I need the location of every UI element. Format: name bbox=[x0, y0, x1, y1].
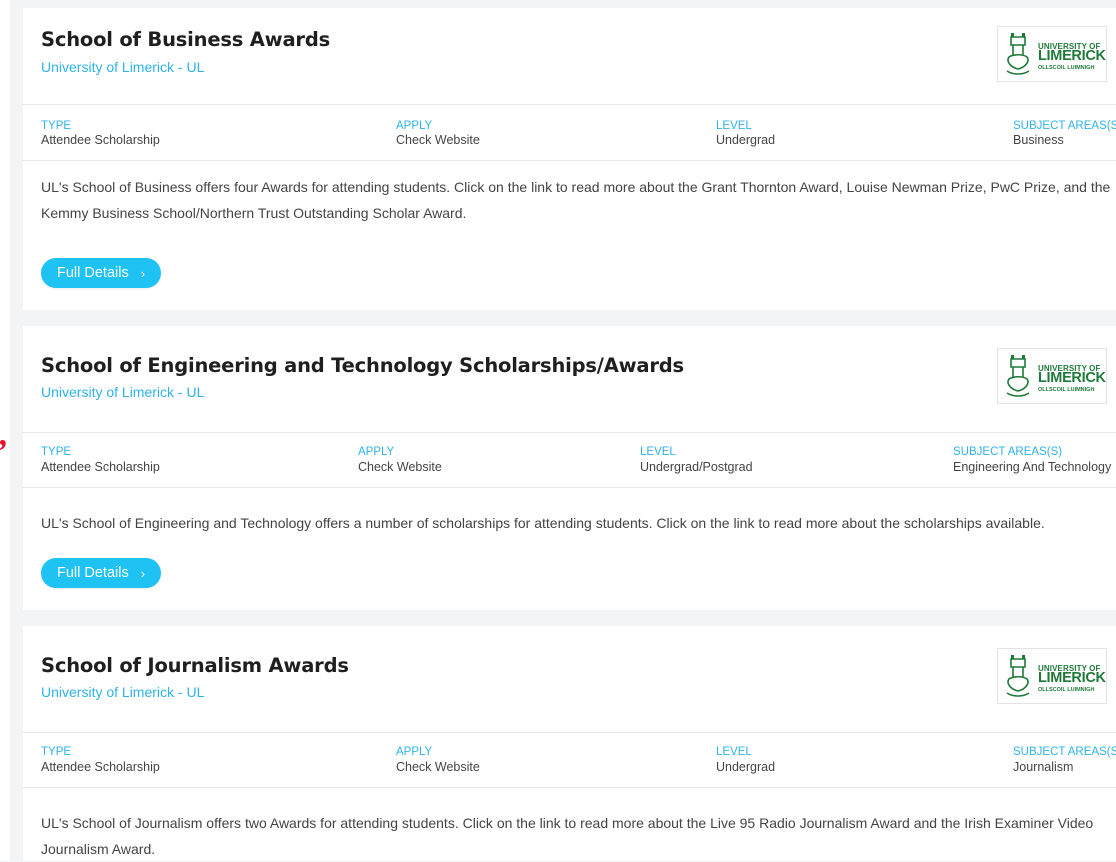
button-label: Full Details bbox=[57, 265, 129, 281]
meta-subject-label: SUBJECT AREAS(S) bbox=[953, 446, 1063, 458]
meta-type-label: TYPE bbox=[41, 120, 72, 132]
meta-level-value: Undergrad bbox=[716, 760, 776, 774]
card-title[interactable]: School of Engineering and Technology Sch… bbox=[41, 354, 684, 377]
meta-subject-label: SUBJECT AREAS(S) bbox=[1013, 120, 1116, 132]
meta-apply-value: Check Website bbox=[396, 133, 480, 147]
meta-type-value: Attendee Scholarship bbox=[41, 460, 160, 474]
meta-type-value: Attendee Scholarship bbox=[41, 133, 160, 147]
scholarship-card-engineering: School of Engineering and Technology Sch… bbox=[23, 326, 1116, 610]
divider bbox=[23, 732, 1116, 733]
divider bbox=[23, 160, 1116, 161]
university-crest-icon bbox=[1006, 33, 1030, 75]
university-logo: UNIVERSITY OF LIMERICK OLLSCOIL LUIMNIGH bbox=[997, 26, 1107, 82]
meta-type-value: Attendee Scholarship bbox=[41, 760, 160, 774]
meta-apply-label: APPLY bbox=[396, 120, 433, 132]
card-title[interactable]: School of Journalism Awards bbox=[41, 654, 349, 677]
meta-apply-value: Check Website bbox=[396, 760, 480, 774]
divider bbox=[23, 787, 1116, 788]
stray-red-mark: , bbox=[0, 416, 9, 453]
meta-type-label: TYPE bbox=[41, 446, 72, 458]
divider bbox=[23, 487, 1116, 488]
meta-apply-label: APPLY bbox=[396, 746, 433, 758]
meta-level-label: LEVEL bbox=[716, 746, 752, 758]
logo-text-line2: LIMERICK bbox=[1038, 48, 1106, 64]
full-details-button[interactable]: Full Details › bbox=[41, 258, 162, 288]
logo-text-line2: LIMERICK bbox=[1038, 370, 1106, 386]
card-description: UL's School of Journalism offers two Awa… bbox=[41, 815, 1094, 857]
meta-apply-value: Check Website bbox=[358, 460, 442, 474]
card-provider-link[interactable]: University of Limerick - UL bbox=[41, 59, 204, 75]
meta-subject-value: Journalism bbox=[1013, 760, 1074, 774]
meta-type-label: TYPE bbox=[41, 746, 72, 758]
logo-text-line3: OLLSCOIL LUIMNIGH bbox=[1038, 65, 1095, 71]
logo-text-line3: OLLSCOIL LUIMNIGH bbox=[1038, 687, 1095, 693]
meta-level-label: LEVEL bbox=[640, 446, 676, 458]
card-provider-link[interactable]: University of Limerick - UL bbox=[41, 684, 204, 700]
logo-text-line3: OLLSCOIL LUIMNIGH bbox=[1038, 387, 1095, 393]
university-logo: UNIVERSITY OF LIMERICK OLLSCOIL LUIMNIGH bbox=[997, 648, 1107, 704]
card-provider-link[interactable]: University of Limerick - UL bbox=[41, 384, 204, 400]
logo-text-line2: LIMERICK bbox=[1038, 670, 1106, 686]
card-description: UL's School of Engineering and Technolog… bbox=[41, 515, 1045, 531]
meta-level-value: Undergrad bbox=[716, 133, 776, 147]
full-details-button[interactable]: Full Details › bbox=[41, 558, 162, 588]
divider bbox=[23, 104, 1116, 105]
meta-level-value: Undergrad/Postgrad bbox=[640, 460, 753, 474]
meta-level-label: LEVEL bbox=[716, 120, 752, 132]
scholarship-card-journalism: School of Journalism Awards University o… bbox=[23, 626, 1116, 861]
chevron-right-icon: › bbox=[140, 265, 146, 281]
card-title[interactable]: School of Business Awards bbox=[41, 28, 330, 51]
university-crest-icon bbox=[1006, 355, 1030, 397]
button-label: Full Details bbox=[57, 565, 129, 581]
chevron-right-icon: › bbox=[140, 565, 146, 581]
meta-subject-value: Engineering And Technology bbox=[953, 460, 1112, 474]
divider bbox=[23, 432, 1116, 433]
meta-subject-value: Business bbox=[1013, 133, 1064, 147]
meta-subject-label: SUBJECT AREAS(S) bbox=[1013, 746, 1116, 758]
card-description: UL's School of Business offers four Awar… bbox=[41, 179, 1111, 221]
meta-apply-label: APPLY bbox=[358, 446, 395, 458]
scholarship-card-business: School of Business Awards University of … bbox=[23, 8, 1116, 310]
university-logo: UNIVERSITY OF LIMERICK OLLSCOIL LUIMNIGH bbox=[997, 348, 1107, 404]
university-crest-icon bbox=[1006, 655, 1030, 697]
